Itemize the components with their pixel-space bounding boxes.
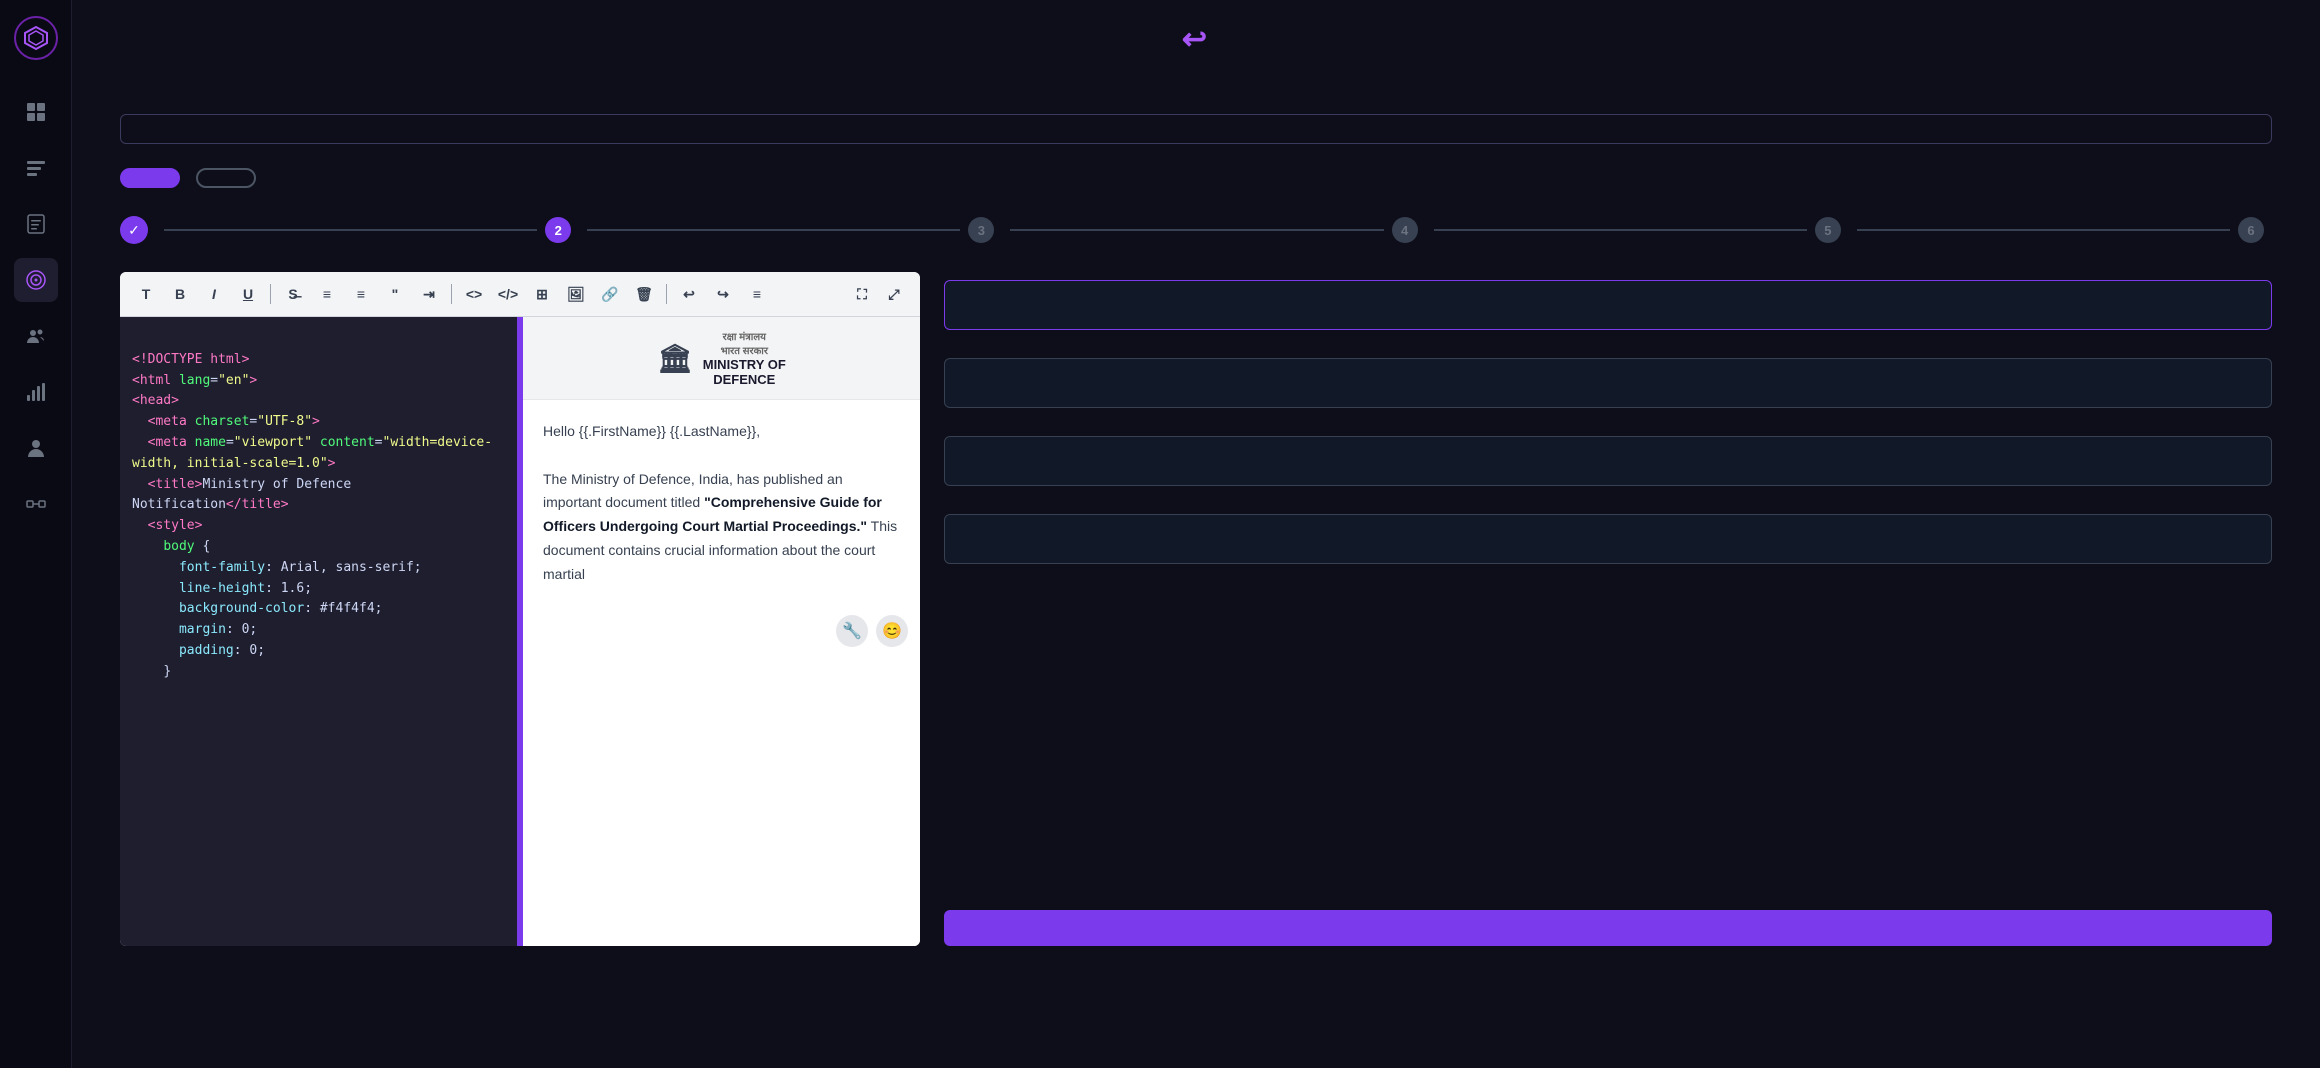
title-arrow: ↩ bbox=[1182, 23, 1210, 56]
toolbar-fullscreen[interactable]: ⤢ bbox=[880, 280, 908, 308]
step-3-number: 3 bbox=[968, 217, 994, 243]
sidebar-item-dashboard[interactable] bbox=[14, 90, 58, 134]
toolbar-divider-3 bbox=[666, 284, 667, 304]
step-divider-2 bbox=[587, 229, 960, 231]
preview-body: The Ministry of Defence, India, has publ… bbox=[543, 468, 900, 587]
toolbar-format[interactable]: ≡ bbox=[743, 280, 771, 308]
sidebar-item-analytics[interactable] bbox=[14, 370, 58, 414]
toolbar-right: ⛶ ⤢ bbox=[848, 280, 908, 308]
preview-greeting: Hello {{.FirstName}} {{.LastName}}, bbox=[543, 420, 900, 444]
toolbar-indent[interactable]: ⇥ bbox=[415, 280, 443, 308]
ai-tools-icon[interactable]: 🔧 bbox=[836, 615, 868, 647]
toolbar-redo[interactable]: ↪ bbox=[709, 280, 737, 308]
sidebar bbox=[0, 0, 72, 1068]
subject-input[interactable] bbox=[944, 358, 2272, 408]
toolbar-blockquote[interactable]: " bbox=[381, 280, 409, 308]
editor-toolbar: T B I U S̶ ≡ ≡ " ⇥ <> </> ⊞ 🖼 🔗 🗑 bbox=[120, 272, 920, 317]
step-4[interactable]: 4 bbox=[1392, 217, 1426, 243]
toolbar-expand[interactable]: ⛶ bbox=[848, 280, 876, 308]
step-4-number: 4 bbox=[1392, 217, 1418, 243]
step-2-number: 2 bbox=[545, 217, 571, 243]
sidebar-item-phishing[interactable] bbox=[14, 258, 58, 302]
app-logo[interactable] bbox=[14, 16, 58, 60]
name-field bbox=[944, 272, 2272, 330]
sidebar-item-groups[interactable] bbox=[14, 314, 58, 358]
logo-main: MINISTRY OFDEFENCE bbox=[703, 357, 786, 387]
toolbar-delete[interactable]: 🗑 bbox=[630, 280, 658, 308]
stimulation-button[interactable] bbox=[120, 168, 180, 188]
step-divider-5 bbox=[1857, 229, 2230, 231]
step-1-check: ✓ bbox=[120, 216, 148, 244]
toolbar-align-left[interactable]: ≡ bbox=[313, 280, 341, 308]
preview-logo: 🏛 रक्षा मंत्रालयभारत सरकार MINISTRY OFDE… bbox=[535, 329, 908, 387]
toolbar-italic[interactable]: I bbox=[200, 280, 228, 308]
toolbar-undo[interactable]: ↩ bbox=[675, 280, 703, 308]
sidebar-item-users[interactable] bbox=[14, 426, 58, 470]
logo-sub: रक्षा मंत्रालयभारत सरकार bbox=[703, 329, 786, 357]
main-content: ↩ ✓ 2 bbox=[72, 0, 2320, 1068]
sidebar-item-campaigns[interactable] bbox=[14, 146, 58, 190]
step-6[interactable]: 6 bbox=[2238, 217, 2272, 243]
step-3[interactable]: 3 bbox=[968, 217, 1002, 243]
step-6-number: 6 bbox=[2238, 217, 2264, 243]
step-divider-4 bbox=[1434, 229, 1807, 231]
toolbar-underline[interactable]: U bbox=[234, 280, 262, 308]
toolbar-code-inline[interactable]: <> bbox=[460, 280, 488, 308]
toolbar-strikethrough[interactable]: S̶ bbox=[279, 280, 307, 308]
toolbar-image[interactable]: 🖼 bbox=[562, 280, 590, 308]
name-input[interactable] bbox=[944, 280, 2272, 330]
toolbar-divider-1 bbox=[270, 284, 271, 304]
bec-stimulation-button[interactable] bbox=[196, 168, 256, 188]
preview-panel: 🏛 रक्षा मंत्रालयभारत सरकार MINISTRY OFDE… bbox=[520, 317, 920, 946]
step-5-number: 5 bbox=[1815, 217, 1841, 243]
preview-header: 🏛 रक्षा मंत्रालयभारत सरकार MINISTRY OFDE… bbox=[523, 317, 920, 400]
sidebar-item-templates[interactable] bbox=[14, 202, 58, 246]
editor-panel: T B I U S̶ ≡ ≡ " ⇥ <> </> ⊞ 🖼 🔗 🗑 bbox=[120, 272, 920, 946]
preview-logo-text: रक्षा मंत्रालयभारत सरकार MINISTRY OFDEFE… bbox=[703, 329, 786, 387]
page-content: ✓ 2 3 4 5 bbox=[72, 66, 2320, 1068]
toolbar-align-center[interactable]: ≡ bbox=[347, 280, 375, 308]
header: ↩ bbox=[72, 0, 2320, 66]
from-email-field bbox=[944, 428, 2272, 486]
sidebar-item-integrations[interactable] bbox=[14, 482, 58, 526]
toolbar-bold[interactable]: B bbox=[166, 280, 194, 308]
save-button[interactable] bbox=[944, 910, 2272, 946]
code-panel[interactable]: <!DOCTYPE html> <html lang="en"> <head> … bbox=[120, 317, 520, 946]
campaign-type-buttons bbox=[120, 168, 2272, 188]
from-name-input[interactable] bbox=[944, 514, 2272, 564]
toolbar-divider-2 bbox=[451, 284, 452, 304]
step-5[interactable]: 5 bbox=[1815, 217, 1849, 243]
editor-area: T B I U S̶ ≡ ≡ " ⇥ <> </> ⊞ 🖼 🔗 🗑 bbox=[120, 272, 2272, 946]
preview-content: Hello {{.FirstName}} {{.LastName}}, The … bbox=[523, 400, 920, 607]
app-title: ↩ bbox=[1182, 16, 1210, 58]
step-divider-3 bbox=[1010, 229, 1383, 231]
toolbar-table[interactable]: ⊞ bbox=[528, 280, 556, 308]
from-email-input[interactable] bbox=[944, 436, 2272, 486]
form-panel bbox=[944, 272, 2272, 946]
preview-footer: 🔧 😊 bbox=[523, 607, 920, 655]
toolbar-code-block[interactable]: </> bbox=[494, 280, 522, 308]
steps-bar: ✓ 2 3 4 5 bbox=[120, 216, 2272, 244]
toolbar-paragraph[interactable]: T bbox=[132, 280, 160, 308]
campaign-name-section bbox=[120, 114, 2272, 144]
editor-body: <!DOCTYPE html> <html lang="en"> <head> … bbox=[120, 317, 920, 946]
step-1[interactable]: ✓ bbox=[120, 216, 156, 244]
subject-field bbox=[944, 350, 2272, 408]
step-2[interactable]: 2 bbox=[545, 217, 579, 243]
ministry-emblem: 🏛 bbox=[657, 342, 693, 375]
from-name-field bbox=[944, 506, 2272, 564]
toolbar-link[interactable]: 🔗 bbox=[596, 280, 624, 308]
step-divider-1 bbox=[164, 229, 537, 231]
emoji-icon[interactable]: 😊 bbox=[876, 615, 908, 647]
